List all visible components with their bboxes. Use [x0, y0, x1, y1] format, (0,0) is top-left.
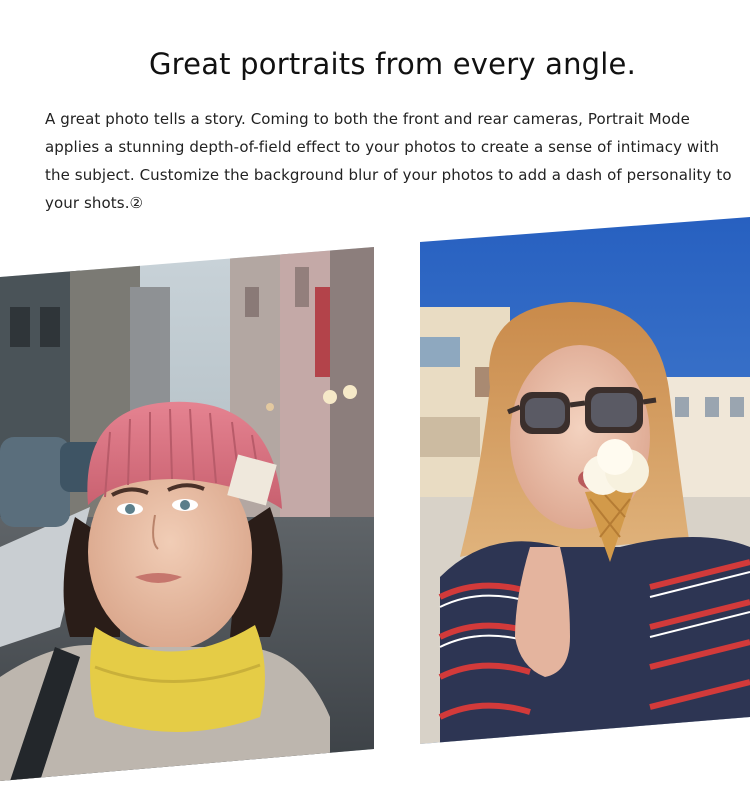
portrait-photo-icecream: [420, 217, 750, 744]
portrait-photo-street: [0, 247, 374, 781]
description-paragraph: A great photo tells a story. Coming to b…: [45, 110, 732, 212]
headline: Great portraits from every angle.: [149, 47, 636, 82]
